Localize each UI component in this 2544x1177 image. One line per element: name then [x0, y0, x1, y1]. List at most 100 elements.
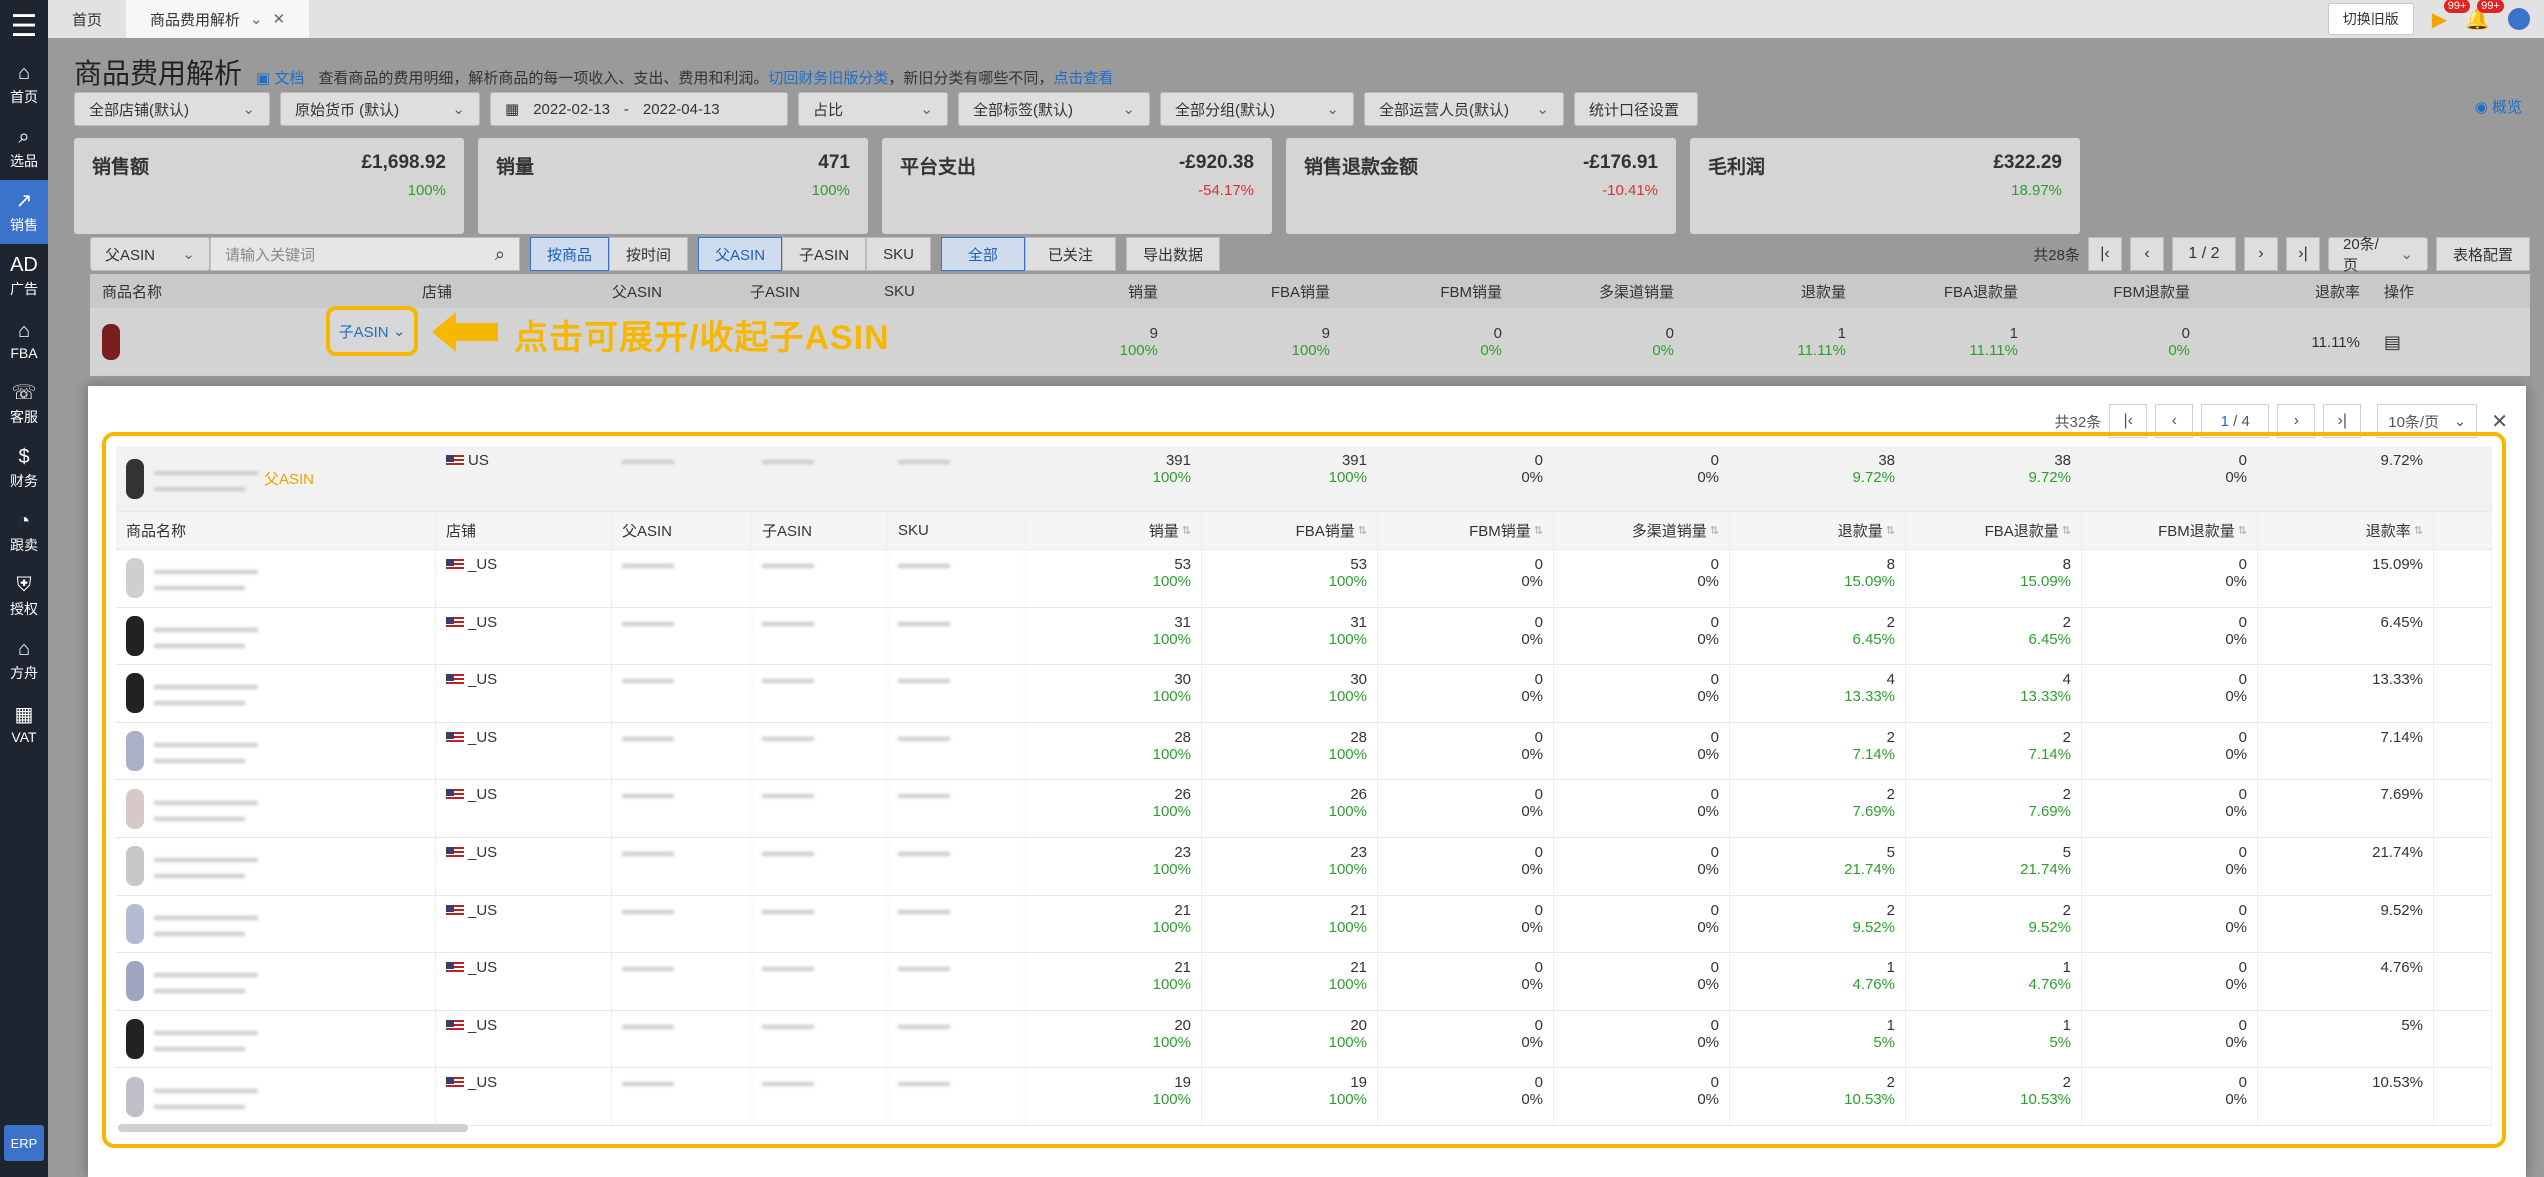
- column-header[interactable]: 退款量 ⇅: [1730, 514, 1906, 547]
- column-header[interactable]: 多渠道销量 ⇅: [1554, 514, 1730, 547]
- sort-icon[interactable]: ⇅: [1358, 524, 1367, 537]
- sidebar-item-6[interactable]: $ 财务: [0, 436, 48, 500]
- column-header[interactable]: 销量 ⇅: [1026, 514, 1202, 547]
- close-icon[interactable]: ✕: [2491, 409, 2508, 434]
- group-select[interactable]: 全部分组(默认) ⌄: [1160, 92, 1354, 126]
- table-row[interactable]: ▬▬▬▬▬▬▬▬ ▬▬▬▬▬▬▬ _US ▬▬▬▬ ▬▬▬▬ ▬▬▬▬ 31 100% 31 10…: [116, 607, 2492, 666]
- column-header[interactable]: 父ASIN: [600, 281, 738, 302]
- next-page-button[interactable]: ›: [2243, 237, 2278, 271]
- column-header[interactable]: 店铺: [410, 281, 600, 302]
- child-asin-button[interactable]: 子ASIN: [782, 237, 867, 271]
- chart-icon[interactable]: ▤: [2384, 332, 2401, 352]
- column-header[interactable]: 操作: [2372, 281, 2430, 302]
- sort-icon[interactable]: ⇅: [1710, 524, 1719, 537]
- avatar[interactable]: [2508, 8, 2530, 30]
- export-button[interactable]: 导出数据: [1125, 237, 1220, 271]
- sort-icon[interactable]: ⇅: [2414, 524, 2423, 537]
- tab-product-fee[interactable]: 商品费用解析 ⌄ ✕: [126, 0, 310, 38]
- table-row[interactable]: ▬▬▬▬▬▬▬▬ ▬▬▬▬▬▬▬ _US ▬▬▬▬ ▬▬▬▬ ▬▬▬▬ 20 100% 20 10…: [116, 1010, 2492, 1069]
- sidebar-item-8[interactable]: ⛨ 授权: [0, 564, 48, 628]
- sidebar-item-3[interactable]: AD 广告: [0, 244, 48, 308]
- column-header[interactable]: FBA销量: [1170, 281, 1342, 302]
- horizontal-scrollbar[interactable]: [118, 1124, 468, 1132]
- all-button[interactable]: 全部: [940, 237, 1025, 271]
- column-header[interactable]: FBA退款量 ⇅: [1906, 514, 2082, 547]
- sidebar-item-7[interactable]: ◔ 跟卖: [0, 500, 48, 564]
- table-row[interactable]: ▬▬▬▬▬▬▬▬ ▬▬▬▬▬▬▬ _US ▬▬▬▬ ▬▬▬▬ ▬▬▬▬ 21 100% 21 10…: [116, 895, 2492, 954]
- column-header[interactable]: 商品名称: [90, 281, 410, 302]
- bell-icon[interactable]: 🔔 99+: [2465, 0, 2504, 32]
- search-input[interactable]: 请输入关键词 ⌕: [210, 237, 520, 271]
- column-header[interactable]: 退款率: [2202, 281, 2372, 302]
- table-row[interactable]: ▬▬▬▬▬▬▬▬ ▬▬▬▬▬▬▬ _US ▬▬▬▬ ▬▬▬▬ ▬▬▬▬ 30 100% 30 10…: [116, 665, 2492, 723]
- last-page-button[interactable]: ›|: [2285, 237, 2320, 271]
- ratio-select[interactable]: 占比 ⌄: [798, 92, 948, 126]
- table-config-button[interactable]: 表格配置: [2435, 237, 2530, 271]
- followed-button[interactable]: 已关注: [1024, 237, 1116, 271]
- store-select[interactable]: 全部店铺(默认) ⌄: [74, 92, 270, 126]
- parent-asin-row[interactable]: ▬▬▬▬▬▬▬▬ ▬▬▬▬▬▬▬ 父ASIN US ▬▬▬▬ ▬▬▬▬ ▬▬▬▬ 391 100…: [116, 446, 2492, 512]
- erp-button[interactable]: ERP: [4, 1125, 44, 1161]
- chevron-down-icon[interactable]: ⌄: [250, 10, 263, 28]
- currency-select[interactable]: 原始货币 (默认) ⌄: [280, 92, 480, 126]
- tab-home[interactable]: 首页: [48, 0, 126, 38]
- column-header[interactable]: 子ASIN: [738, 281, 872, 302]
- view-diff-link[interactable]: 点击查看: [1053, 70, 1113, 87]
- column-header[interactable]: 销量: [1020, 281, 1170, 302]
- sort-icon[interactable]: ⇅: [2238, 524, 2247, 537]
- close-icon[interactable]: ✕: [273, 10, 286, 28]
- page-size-select[interactable]: 20条/页 ⌄: [2327, 236, 2428, 274]
- by-product-button[interactable]: 按商品: [530, 237, 610, 271]
- column-header[interactable]: 多渠道销量: [1514, 281, 1686, 302]
- column-header[interactable]: FBM退款量: [2030, 281, 2202, 302]
- sidebar-item-5[interactable]: ☏ 客服: [0, 372, 48, 436]
- parent-asin-button[interactable]: 父ASIN: [698, 237, 783, 271]
- column-header[interactable]: 退款率 ⇅: [2258, 514, 2434, 547]
- operator-select[interactable]: 全部运营人员(默认) ⌄: [1364, 92, 1564, 126]
- search-icon[interactable]: ⌕: [495, 244, 505, 265]
- tags-select[interactable]: 全部标签(默认) ⌄: [958, 92, 1150, 126]
- column-header[interactable]: SKU: [888, 516, 1026, 545]
- flag-notice-icon[interactable]: ▶ 99+: [2432, 0, 2471, 32]
- column-header[interactable]: FBM销量: [1342, 281, 1514, 302]
- first-page-button[interactable]: |‹: [2087, 237, 2122, 271]
- page-indicator[interactable]: 1 / 2: [2171, 237, 2236, 271]
- date-range-picker[interactable]: ▦ 2022-02-13-2022-04-13: [490, 92, 788, 126]
- switch-old-category-link[interactable]: 切回财务旧版分类: [768, 70, 888, 87]
- column-header[interactable]: 子ASIN: [752, 514, 888, 547]
- table-row[interactable]: ▬▬▬▬▬▬▬▬ ▬▬▬▬▬▬▬ _US ▬▬▬▬ ▬▬▬▬ ▬▬▬▬ 28 100% 28 10…: [116, 722, 2492, 781]
- doc-link[interactable]: ▣ 文档: [256, 67, 304, 88]
- sidebar-item-0[interactable]: ⌂ 首页: [0, 52, 48, 116]
- column-header[interactable]: 店铺: [436, 514, 612, 547]
- stat-scope-button[interactable]: 统计口径设置: [1574, 92, 1698, 126]
- sidebar-item-9[interactable]: ⌂ 方舟: [0, 628, 48, 692]
- table-row[interactable]: ▬▬▬▬▬▬▬▬ ▬▬▬▬▬▬▬ _US ▬▬▬▬ ▬▬▬▬ ▬▬▬▬ 23 100% 23 10…: [116, 837, 2492, 896]
- column-header[interactable]: SKU: [872, 283, 1020, 300]
- column-header[interactable]: FBA销量 ⇅: [1202, 514, 1378, 547]
- switch-old-version-button[interactable]: 切换旧版: [2327, 3, 2414, 35]
- table-row[interactable]: ▬▬▬▬▬▬▬▬ ▬▬▬▬▬▬▬ _US ▬▬▬▬ ▬▬▬▬ ▬▬▬▬ 19 100% 19 10…: [116, 1068, 2492, 1126]
- column-header[interactable]: 退款量: [1686, 281, 1858, 302]
- table-row[interactable]: ▬▬▬▬▬▬▬▬ ▬▬▬▬▬▬▬ _US ▬▬▬▬ ▬▬▬▬ ▬▬▬▬ 26 100% 26 10…: [116, 780, 2492, 838]
- sidebar-item-2[interactable]: ↗ 销售: [0, 180, 48, 244]
- column-header[interactable]: 父ASIN: [612, 514, 752, 547]
- sidebar-item-4[interactable]: ⌂ FBA: [0, 308, 48, 372]
- sort-icon[interactable]: ⇅: [1534, 524, 1543, 537]
- sku-button[interactable]: SKU: [866, 237, 931, 271]
- column-header[interactable]: FBM退款量 ⇅: [2082, 514, 2258, 547]
- overview-toggle[interactable]: ◉ 概览: [2475, 96, 2522, 117]
- child-asin-toggle-highlight[interactable]: 子ASIN ⌄: [326, 306, 418, 356]
- sort-icon[interactable]: ⇅: [1886, 524, 1895, 537]
- prev-page-button[interactable]: ‹: [2129, 237, 2164, 271]
- sidebar-item-1[interactable]: ⌕ 选品: [0, 116, 48, 180]
- column-header[interactable]: 商品名称: [116, 514, 436, 547]
- sort-icon[interactable]: ⇅: [1182, 524, 1191, 537]
- column-header[interactable]: FBA退款量: [1858, 281, 2030, 302]
- by-time-button[interactable]: 按时间: [609, 237, 689, 271]
- logo-icon[interactable]: ☰: [0, 0, 48, 52]
- asin-type-select[interactable]: 父ASIN ⌄: [90, 237, 210, 271]
- column-header[interactable]: FBM销量 ⇅: [1378, 514, 1554, 547]
- sidebar-item-10[interactable]: ▦ VAT: [0, 692, 48, 756]
- table-row[interactable]: ▬▬▬▬▬▬▬▬ ▬▬▬▬▬▬▬ _US ▬▬▬▬ ▬▬▬▬ ▬▬▬▬ 53 100% 53 10…: [116, 550, 2492, 608]
- sort-icon[interactable]: ⇅: [2062, 524, 2071, 537]
